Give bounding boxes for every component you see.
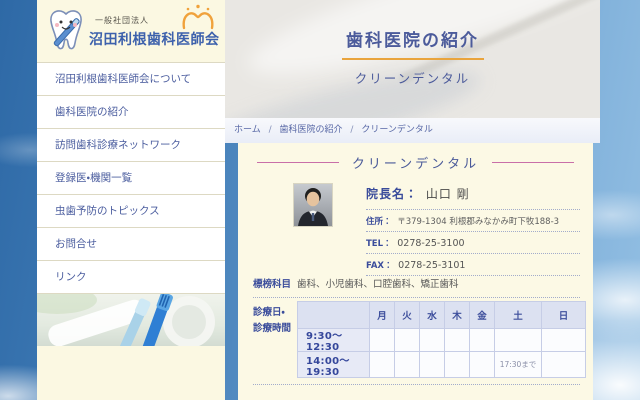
sidebar-item-topics[interactable]: 虫歯予防のトピックス (37, 195, 225, 228)
schedule-label: 診療日・ 診療時間 (253, 305, 291, 337)
sidebar-item-about[interactable]: 沼田利根歯科医師会について (37, 63, 225, 96)
schedule-cell (395, 329, 420, 352)
breadcrumb-separator: / (350, 125, 353, 135)
schedule-day-header: 火 (395, 302, 420, 329)
director-label: 院長名： (366, 187, 418, 201)
schedule-cell (395, 352, 420, 378)
schedule-cell (470, 352, 495, 378)
schedule-cell (542, 352, 586, 378)
schedule-time-cell: 14:00～19:30 (298, 352, 370, 378)
toothbrushes-photo (37, 294, 225, 346)
schedule-cell-saturday-note: 17:30まで (495, 352, 542, 378)
tooth-outline-icon (178, 4, 218, 34)
schedule-cell (495, 329, 542, 352)
sidebar: 一般社団法人 沼田利根歯科医師会 沼田利根歯科医師会について 歯科医院の紹介 訪… (37, 0, 225, 400)
schedule-cell (420, 329, 445, 352)
schedule-cell (470, 329, 495, 352)
page-subtitle: クリーンデンタル (355, 68, 470, 87)
clinic-title-row: クリーンデンタル (238, 153, 593, 172)
sidebar-item-contact[interactable]: お問合せ (37, 228, 225, 261)
sidebar-item-clinics[interactable]: 歯科医院の紹介 (37, 96, 225, 129)
clinic-detail-panel: クリーンデンタル 院長名： 山口 剛 住所： 〒379-1304 利根郡みなかみ… (238, 143, 593, 400)
fax-row: FAX： 0278-25-3101 (366, 254, 580, 276)
schedule-day-header: 金 (470, 302, 495, 329)
breadcrumb-home[interactable]: ホーム (234, 125, 261, 135)
director-name: 山口 剛 (426, 187, 470, 201)
page: { "colors": { "sky_blue": "#3E7AB5", "si… (0, 0, 640, 400)
tel-row: TEL： 0278-25-3100 (366, 232, 580, 254)
clinic-name: クリーンデンタル (352, 153, 479, 172)
director-portrait-photo (293, 183, 333, 227)
address-row: 住所： 〒379-1304 利根郡みなかみ町下牧188-3 (366, 210, 580, 232)
sidebar-item-registry[interactable]: 登録医・機関一覧 (37, 162, 225, 195)
schedule-corner-cell (298, 302, 370, 329)
title-rule-left (257, 162, 339, 163)
address-label: 住所： (366, 217, 392, 227)
departments-row: 標榜科目 歯科、小児歯科、口腔歯科、矯正歯科 (253, 276, 580, 298)
schedule-cell (420, 352, 445, 378)
schedule-day-header: 土 (495, 302, 542, 329)
org-type-label: 一般社団法人 (95, 15, 149, 26)
breadcrumb: ホーム / 歯科医院の紹介 / クリーンデンタル (225, 118, 600, 143)
breadcrumb-separator: / (269, 125, 272, 135)
schedule-day-header: 月 (370, 302, 395, 329)
schedule-table: 月 火 水 木 金 土 日 9:30～12:30 14:00～19:30 17:… (297, 301, 586, 378)
departments-value: 歯科、小児歯科、口腔歯科、矯正歯科 (297, 276, 459, 290)
section-divider (253, 384, 580, 385)
title-underline (342, 58, 484, 60)
schedule-time-cell: 9:30～12:30 (298, 329, 370, 352)
schedule-cell (370, 352, 395, 378)
title-rule-right (492, 162, 574, 163)
schedule-cell (445, 352, 470, 378)
schedule-day-header: 水 (420, 302, 445, 329)
logo-home-link[interactable]: 一般社団法人 沼田利根歯科医師会 (37, 0, 225, 62)
breadcrumb-section[interactable]: 歯科医院の紹介 (280, 125, 343, 135)
sidebar-item-network[interactable]: 訪問歯科診療ネットワーク (37, 129, 225, 162)
page-header: 歯科医院の紹介 クリーンデンタル (225, 0, 600, 118)
director-row: 院長名： 山口 剛 (366, 185, 580, 210)
address-value: 〒379-1304 利根郡みなかみ町下牧188-3 (397, 217, 559, 227)
tel-value: 0278-25-3100 (397, 238, 464, 249)
page-title: 歯科医院の紹介 (346, 26, 479, 51)
schedule-cell (542, 329, 586, 352)
sidebar-menu: 沼田利根歯科医師会について 歯科医院の紹介 訪問歯科診療ネットワーク 登録医・機… (37, 62, 225, 294)
schedule-cell (370, 329, 395, 352)
schedule-cell (445, 329, 470, 352)
fax-label: FAX： (366, 261, 392, 271)
fax-value: 0278-25-3101 (398, 260, 465, 271)
breadcrumb-current: クリーンデンタル (361, 125, 433, 135)
schedule-day-header: 木 (445, 302, 470, 329)
departments-label: 標榜科目 (253, 276, 297, 290)
tel-label: TEL： (366, 239, 392, 249)
sidebar-item-links[interactable]: リンク (37, 261, 225, 294)
title-block: 歯科医院の紹介 クリーンデンタル (225, 0, 600, 87)
clinic-info: 院長名： 山口 剛 住所： 〒379-1304 利根郡みなかみ町下牧188-3 … (366, 185, 580, 276)
schedule-day-header: 日 (542, 302, 586, 329)
tooth-mascot-icon (42, 5, 90, 61)
